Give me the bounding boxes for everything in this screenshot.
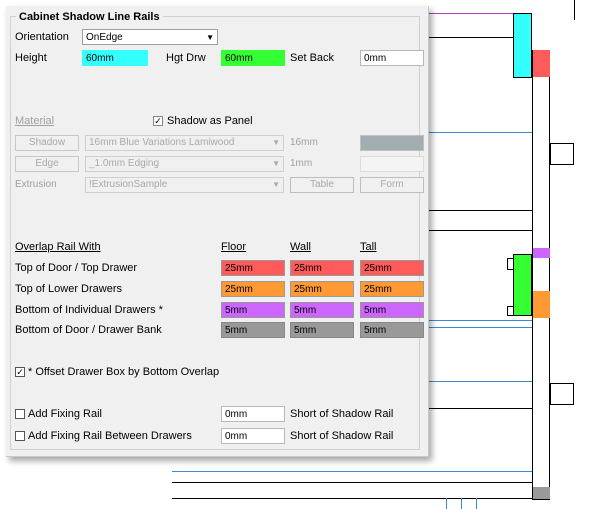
extrusion-select[interactable]: !ExtrusionSample ▼ <box>85 177 284 193</box>
overlap-top-door-wall[interactable]: 25mm <box>290 260 354 276</box>
edge-material-select[interactable]: _1.0mm Edging ▼ <box>85 156 284 172</box>
group-title: Cabinet Shadow Line Rails <box>16 10 163 24</box>
shadow-as-panel-label: Shadow as Panel <box>167 115 253 127</box>
chevron-down-icon: ▼ <box>206 33 214 42</box>
shadow-material-swatch <box>360 135 424 151</box>
overlap-row-label: Top of Lower Drawers <box>15 283 122 295</box>
cabinet-side <box>532 50 550 500</box>
orientation-value: OnEdge <box>86 32 123 43</box>
overlap-bottom-door-floor[interactable]: 5mm <box>221 322 285 338</box>
material-label: Material <box>15 115 55 127</box>
drawing-square <box>550 383 574 405</box>
overlap-row-label: Bottom of Door / Drawer Bank <box>15 324 162 336</box>
purple-overlap-block <box>533 248 550 258</box>
drawing-line <box>574 0 575 20</box>
shadow-material-select[interactable]: 16mm Blue Variations Lamiwood ▼ <box>85 135 284 151</box>
orange-overlap-block <box>533 291 550 318</box>
drawing-square <box>550 143 574 165</box>
edge-material-swatch <box>360 156 424 172</box>
drawing-line <box>172 498 534 499</box>
drawing-line <box>428 132 534 133</box>
overlap-lower-drawers-wall[interactable]: 25mm <box>290 281 354 297</box>
hgt-drw-label: Hgt Drw <box>166 52 206 64</box>
overlap-top-door-tall[interactable]: 25mm <box>360 260 424 276</box>
shadow-thickness: 16mm <box>290 137 318 148</box>
overlap-bottom-door-tall[interactable]: 5mm <box>360 322 424 338</box>
set-back-input[interactable]: 0mm <box>360 50 424 66</box>
red-overlap-block <box>533 50 550 77</box>
add-fixing-rail-between-label: Add Fixing Rail Between Drawers <box>28 430 192 442</box>
shadow-material-value: 16mm Blue Variations Lamiwood <box>89 137 235 148</box>
shadow-line-rails-panel: Cabinet Shadow Line Rails Orientation On… <box>6 6 429 457</box>
overlap-bottom-door-wall[interactable]: 5mm <box>290 322 354 338</box>
drawing-line <box>172 471 534 472</box>
drawing-line <box>428 210 534 211</box>
drawing-line <box>172 482 534 483</box>
drawing-line <box>428 13 514 14</box>
overlap-top-door-floor[interactable]: 25mm <box>221 260 285 276</box>
column-floor: Floor <box>221 241 247 253</box>
add-fixing-rail-between-checkbox[interactable] <box>15 431 25 441</box>
overlap-row-label: Bottom of Individual Drawers * <box>15 304 163 316</box>
drawing-square <box>507 258 514 270</box>
cyan-rail <box>513 13 532 78</box>
height-label: Height <box>15 52 47 64</box>
overlap-row-label: Top of Door / Top Drawer <box>15 262 138 274</box>
overlap-bottom-individual-tall[interactable]: 5mm <box>360 302 424 318</box>
drawing-line <box>428 37 514 38</box>
edge-thickness: 1mm <box>290 158 313 169</box>
edge-button[interactable]: Edge <box>15 156 79 172</box>
fixing-rail-between-input[interactable]: 0mm <box>221 428 285 444</box>
chevron-down-icon: ▼ <box>272 180 280 189</box>
shadow-button[interactable]: Shadow <box>15 135 79 151</box>
edge-material-value: _1.0mm Edging <box>89 158 160 169</box>
column-tall: Tall <box>360 241 377 253</box>
overlap-bottom-individual-floor[interactable]: 5mm <box>221 302 285 318</box>
set-back-label: Set Back <box>290 52 335 64</box>
drawing-line <box>446 498 447 509</box>
hgt-drw-input[interactable]: 60mm <box>221 50 285 66</box>
fixing-rail-suffix: Short of Shadow Rail <box>290 408 394 420</box>
shadow-as-panel-checkbox[interactable]: ✓ <box>153 116 163 126</box>
offset-drawer-checkbox[interactable]: ✓ <box>15 367 25 377</box>
drawing-line <box>461 498 462 509</box>
chevron-down-icon: ▼ <box>272 159 280 168</box>
overlap-lower-drawers-floor[interactable]: 25mm <box>221 281 285 297</box>
extrusion-value: !ExtrusionSample <box>89 179 168 190</box>
overlap-lower-drawers-tall[interactable]: 25mm <box>360 281 424 297</box>
fixing-rail-between-suffix: Short of Shadow Rail <box>290 430 394 442</box>
green-rail <box>513 254 532 316</box>
chevron-down-icon: ▼ <box>272 138 280 147</box>
form-button[interactable]: Form <box>360 177 424 193</box>
group-box <box>10 16 420 450</box>
table-button[interactable]: Table <box>290 177 354 193</box>
fixing-rail-input[interactable]: 0mm <box>221 406 285 422</box>
extrusion-label: Extrusion <box>15 179 57 190</box>
height-input[interactable]: 60mm <box>82 50 148 66</box>
add-fixing-rail-label: Add Fixing Rail <box>28 408 102 420</box>
overlap-label: Overlap Rail With <box>15 241 101 253</box>
orientation-label: Orientation <box>15 31 69 43</box>
offset-drawer-label: * Offset Drawer Box by Bottom Overlap <box>28 366 220 378</box>
overlap-bottom-individual-wall[interactable]: 5mm <box>290 302 354 318</box>
orientation-select[interactable]: OnEdge ▼ <box>82 29 218 45</box>
add-fixing-rail-checkbox[interactable] <box>15 409 25 419</box>
column-wall: Wall <box>290 241 311 253</box>
drawing-line <box>428 230 534 231</box>
drawing-square <box>507 306 514 316</box>
gray-overlap-block <box>533 487 550 499</box>
drawing-line <box>476 498 477 509</box>
